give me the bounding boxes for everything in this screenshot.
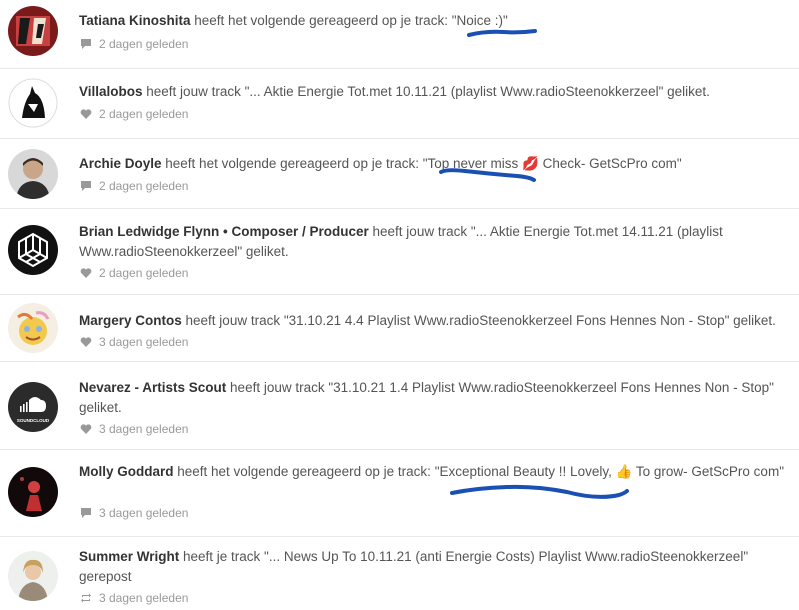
avatar[interactable] <box>8 303 58 353</box>
comment-icon <box>81 39 91 49</box>
avatar[interactable] <box>8 78 58 128</box>
timestamp: 2 dagen geleden <box>80 37 188 51</box>
timestamp: 3 dagen geleden <box>80 591 188 605</box>
list-item: SOUNDCLOUD Nevarez - Artists Scout heeft… <box>0 362 799 450</box>
notification-text: Brian Ledwidge Flynn • Composer / Produc… <box>79 224 723 259</box>
user-link[interactable]: Tatiana Kinoshita <box>79 13 191 28</box>
notification-text: Archie Doyle heeft het volgende gereagee… <box>79 156 682 171</box>
heart-icon <box>80 109 92 119</box>
list-item: Summer Wright heeft je track "... News U… <box>0 537 799 610</box>
list-item: Tatiana Kinoshita heeft het volgende ger… <box>0 0 799 69</box>
notification-text: Nevarez - Artists Scout heeft jouw track… <box>79 380 774 415</box>
list-item: Molly Goddard heeft het volgende gereage… <box>0 450 799 537</box>
notification-text: Tatiana Kinoshita heeft het volgende ger… <box>79 13 508 28</box>
timestamp: 3 dagen geleden <box>80 422 188 436</box>
heart-icon <box>80 337 92 347</box>
soundcloud-label: SOUNDCLOUD <box>17 418 50 423</box>
avatar-image <box>8 225 58 275</box>
user-link[interactable]: Nevarez - Artists Scout <box>79 380 226 395</box>
notification-feed: Tatiana Kinoshita heeft het volgende ger… <box>0 0 799 610</box>
avatar-image <box>8 6 58 56</box>
list-item: Archie Doyle heeft het volgende gereagee… <box>0 139 799 209</box>
user-link[interactable]: Brian Ledwidge Flynn • Composer / Produc… <box>79 224 369 239</box>
avatar-image <box>8 78 58 128</box>
user-link[interactable]: Molly Goddard <box>79 464 174 479</box>
avatar-image: SOUNDCLOUD <box>8 382 58 432</box>
user-link[interactable]: Margery Contos <box>79 313 182 328</box>
avatar[interactable] <box>8 6 58 56</box>
list-item: Margery Contos heeft jouw track "31.10.2… <box>0 295 799 362</box>
notification-text: Villalobos heeft jouw track "... Aktie E… <box>79 84 710 99</box>
avatar[interactable] <box>8 149 58 199</box>
avatar-image <box>8 303 58 353</box>
comment-text[interactable]: "Exceptional Beauty !! Lovely, 👍 To grow… <box>435 464 784 479</box>
avatar-image <box>8 551 58 601</box>
avatar[interactable] <box>8 225 58 275</box>
notification-text: Summer Wright heeft je track "... News U… <box>79 549 749 584</box>
heart-icon <box>80 424 92 434</box>
avatar[interactable]: SOUNDCLOUD <box>8 382 58 432</box>
comment-text[interactable]: "Top never miss 💋 Check- GetScPro com" <box>423 156 682 171</box>
avatar-image <box>8 467 58 517</box>
comment-icon <box>81 181 91 191</box>
heart-icon <box>80 268 92 278</box>
comment-icon <box>81 508 91 518</box>
timestamp: 2 dagen geleden <box>80 266 188 280</box>
timestamp: 3 dagen geleden <box>80 506 188 520</box>
repost-icon <box>81 593 91 603</box>
timestamp: 3 dagen geleden <box>80 335 188 349</box>
list-item: Villalobos heeft jouw track "... Aktie E… <box>0 69 799 139</box>
list-item: Brian Ledwidge Flynn • Composer / Produc… <box>0 209 799 295</box>
notification-text: Molly Goddard heeft het volgende gereage… <box>79 464 784 479</box>
timestamp: 2 dagen geleden <box>80 107 188 121</box>
user-link[interactable]: Archie Doyle <box>79 156 162 171</box>
user-link[interactable]: Summer Wright <box>79 549 179 564</box>
user-link[interactable]: Villalobos <box>79 84 143 99</box>
avatar-image <box>8 149 58 199</box>
notification-text: Margery Contos heeft jouw track "31.10.2… <box>79 313 776 328</box>
comment-text[interactable]: "Noice :)" <box>452 13 508 28</box>
avatar[interactable] <box>8 467 58 517</box>
timestamp: 2 dagen geleden <box>80 179 188 193</box>
avatar[interactable] <box>8 551 58 601</box>
